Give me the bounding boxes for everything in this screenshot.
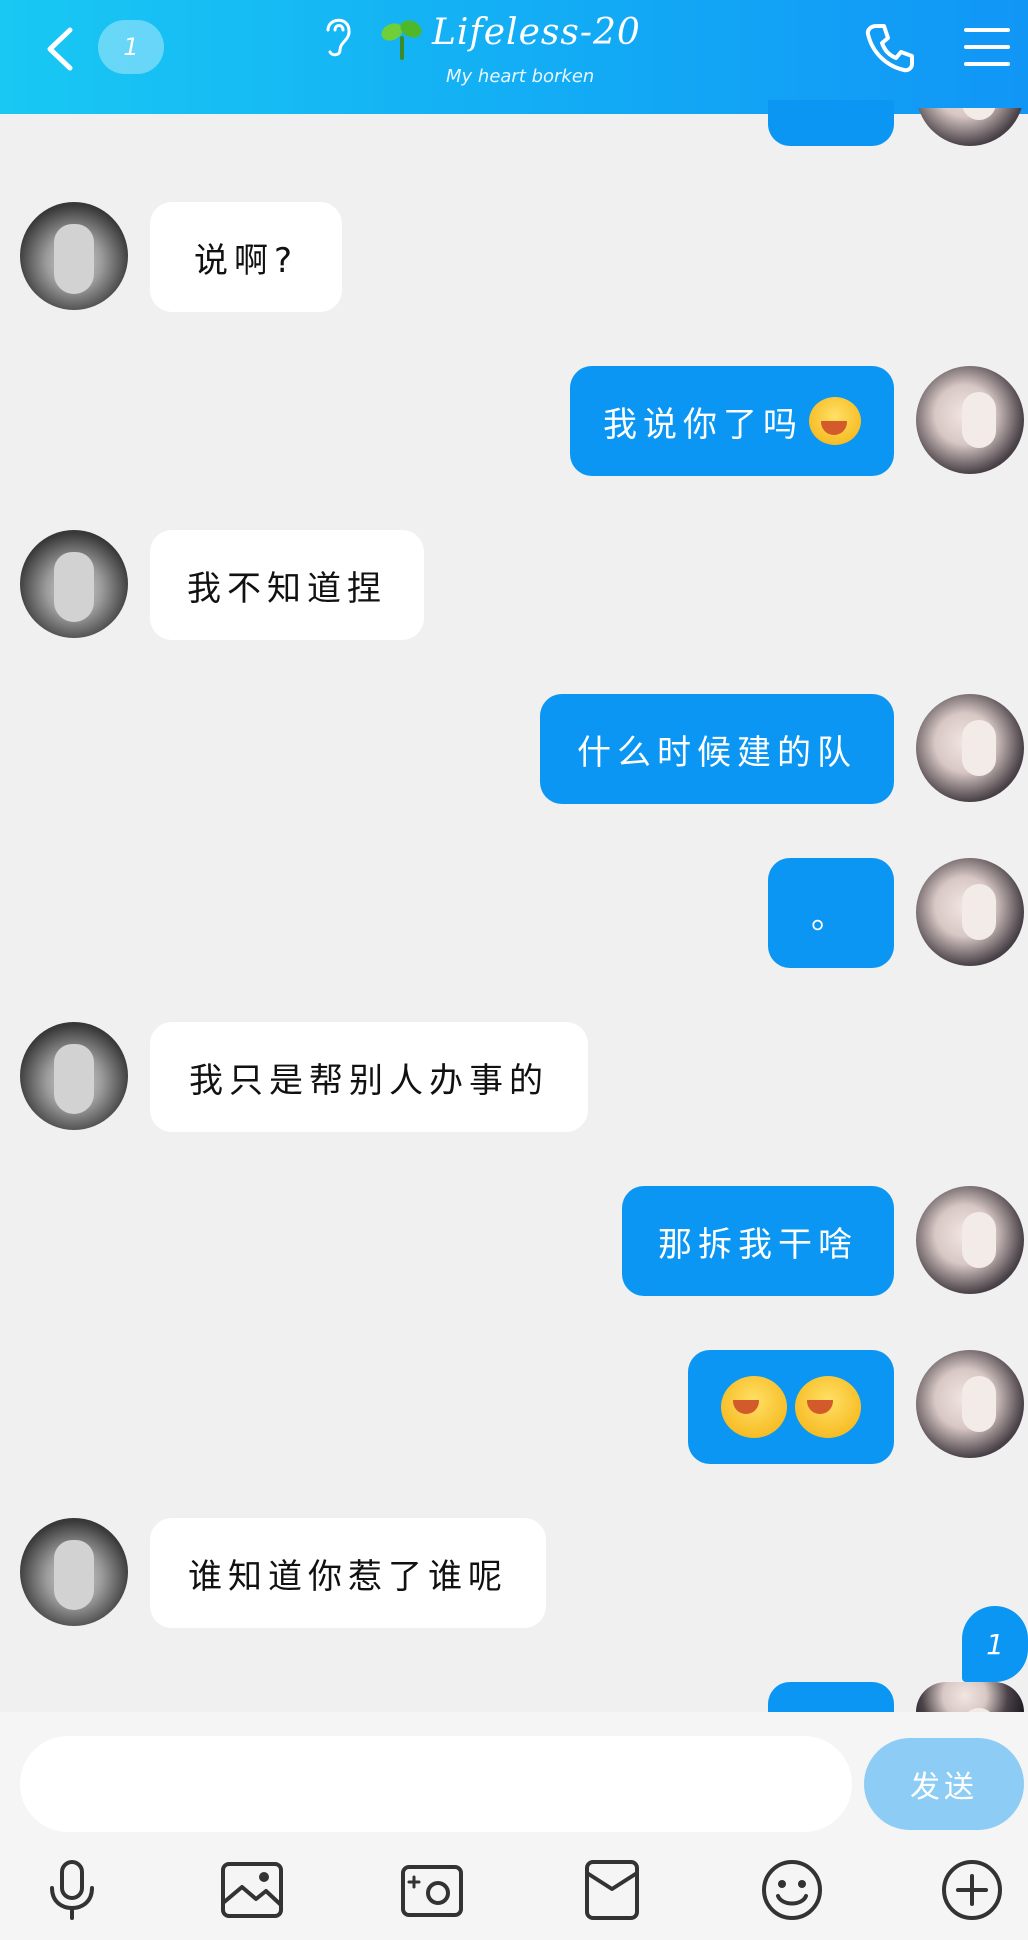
red-packet-button[interactable] xyxy=(576,1854,648,1926)
red-packet-icon xyxy=(585,1860,639,1920)
crying-laughing-emoji-icon xyxy=(721,1376,787,1438)
sprout-icon xyxy=(381,20,422,60)
plus-icon xyxy=(942,1860,1002,1920)
new-message-badge[interactable]: 1 xyxy=(962,1606,1028,1682)
self-avatar[interactable] xyxy=(916,366,1024,474)
self-avatar[interactable] xyxy=(916,694,1024,802)
message-text: 我只是帮别人办事的 xyxy=(189,1060,549,1101)
message-text: 那拆我干啥 xyxy=(658,1224,858,1265)
self-avatar-partial-bottom[interactable] xyxy=(916,1682,1024,1712)
contact-avatar[interactable] xyxy=(20,530,128,638)
composer-bar: 发送 xyxy=(0,1712,1028,1940)
self-avatar[interactable] xyxy=(916,1186,1024,1294)
self-avatar[interactable] xyxy=(916,1350,1024,1458)
chat-title: Lifeless-20 xyxy=(432,12,641,53)
message-input[interactable] xyxy=(20,1736,852,1832)
crying-laughing-emoji-icon xyxy=(809,397,861,445)
emoji-button[interactable] xyxy=(756,1854,828,1926)
chat-header: 1 Lifeless-20 My heart borken xyxy=(0,0,1028,114)
chat-subtitle: My heart borken xyxy=(446,66,595,87)
camera-button[interactable] xyxy=(396,1854,468,1926)
message-text: 说啊? xyxy=(193,240,299,281)
message-text: 什么时候建的队 xyxy=(577,732,857,773)
message-bubble-incoming[interactable]: 我只是帮别人办事的 xyxy=(150,1022,588,1132)
message-text: 我说你了吗 xyxy=(603,404,803,445)
message-bubble-partial-top[interactable] xyxy=(768,100,894,146)
message-bubble-partial-bottom[interactable] xyxy=(768,1682,894,1712)
message-bubble-outgoing[interactable] xyxy=(688,1350,894,1464)
self-avatar[interactable] xyxy=(916,858,1024,966)
message-bubble-outgoing[interactable]: 什么时候建的队 xyxy=(540,694,894,804)
image-button[interactable] xyxy=(216,1854,288,1926)
microphone-button[interactable] xyxy=(36,1854,108,1926)
message-bubble-incoming[interactable]: 我不知道捏 xyxy=(150,530,424,640)
more-button[interactable] xyxy=(936,1854,1008,1926)
camera-icon xyxy=(401,1865,463,1917)
menu-icon[interactable] xyxy=(962,24,1012,70)
image-icon xyxy=(221,1862,283,1918)
message-bubble-incoming[interactable]: 谁知道你惹了谁呢 xyxy=(150,1518,546,1628)
microphone-icon xyxy=(50,1860,94,1920)
message-text: 谁知道你惹了谁呢 xyxy=(188,1556,508,1597)
message-text: 我不知道捏 xyxy=(187,568,387,609)
smiley-icon xyxy=(762,1860,822,1920)
message-bubble-outgoing[interactable]: 。 xyxy=(768,858,894,968)
phone-call-icon[interactable] xyxy=(862,20,918,76)
unread-count-badge[interactable]: 1 xyxy=(98,20,164,74)
message-bubble-incoming[interactable]: 说啊? xyxy=(150,202,342,312)
send-button[interactable]: 发送 xyxy=(864,1738,1024,1830)
contact-avatar[interactable] xyxy=(20,1518,128,1626)
ear-icon[interactable] xyxy=(318,12,358,58)
contact-avatar[interactable] xyxy=(20,202,128,310)
contact-avatar[interactable] xyxy=(20,1022,128,1130)
crying-laughing-emoji-icon xyxy=(795,1376,861,1438)
message-bubble-outgoing[interactable]: 那拆我干啥 xyxy=(622,1186,894,1296)
message-bubble-outgoing[interactable]: 我说你了吗 xyxy=(570,366,894,476)
message-text: 。 xyxy=(811,896,851,937)
back-arrow-icon[interactable] xyxy=(40,24,80,74)
